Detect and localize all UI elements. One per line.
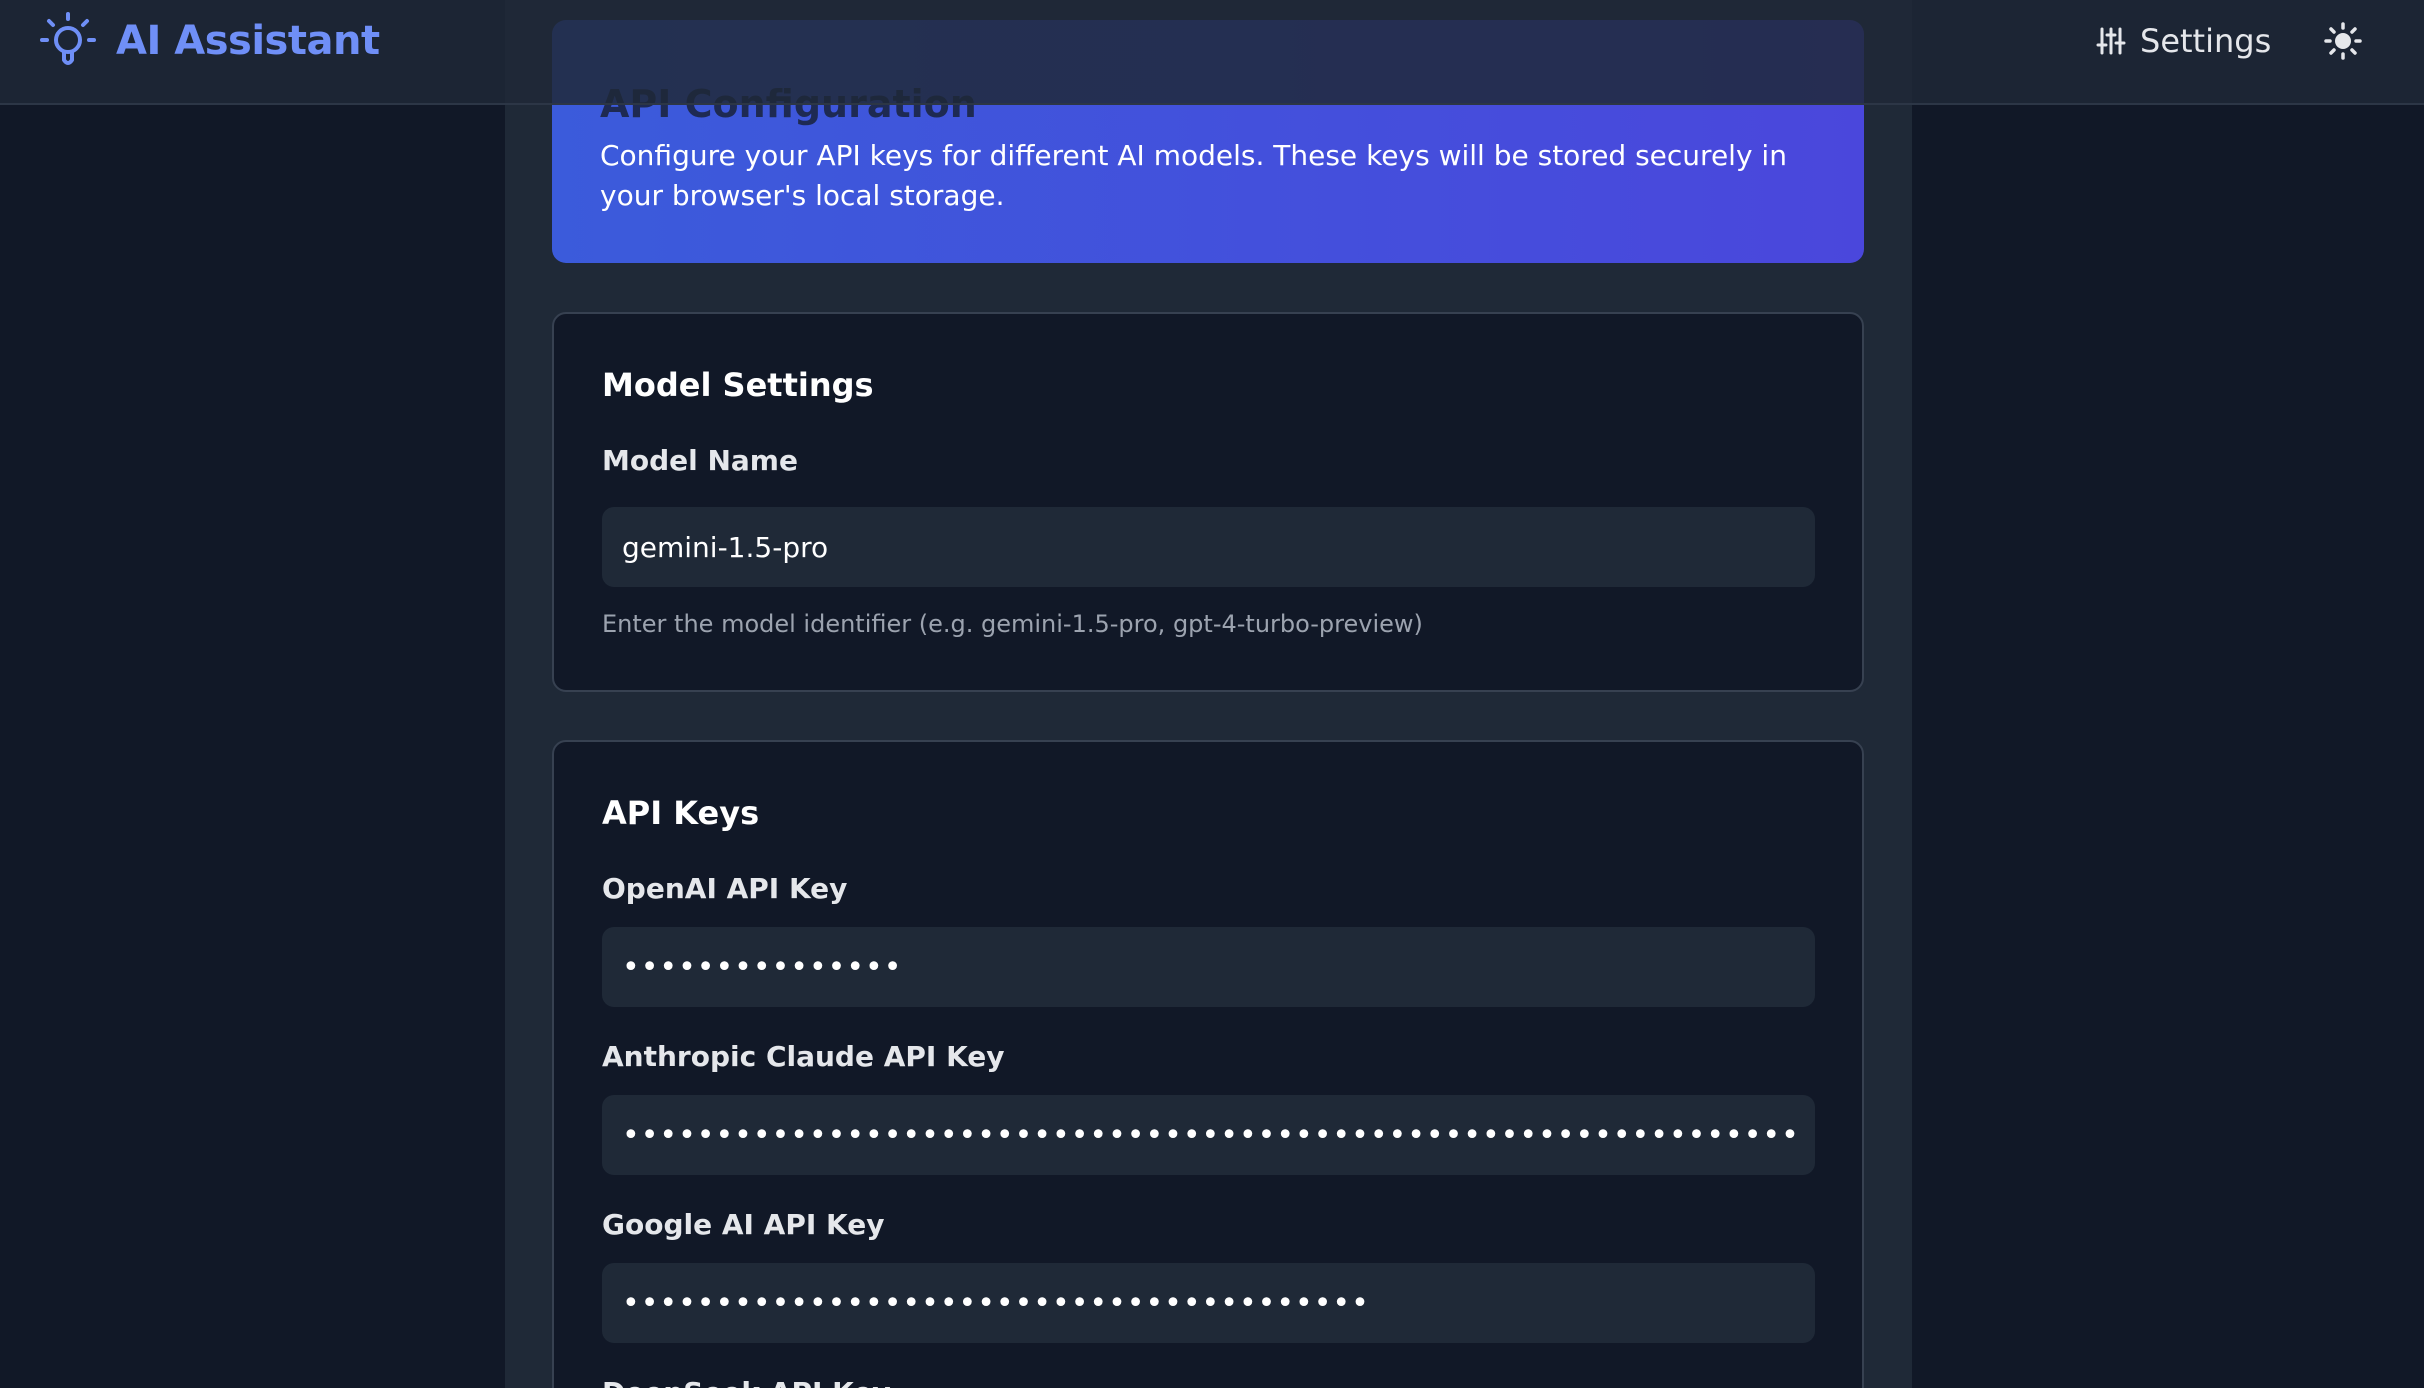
banner-description: Configure your API keys for different AI… — [600, 139, 1787, 212]
sliders-icon — [2096, 27, 2126, 55]
model-settings-card: Model Settings Model Name Enter the mode… — [552, 312, 1864, 692]
api-keys-card: API Keys OpenAI API Key Anthropic Claude… — [552, 740, 1864, 1388]
model-name-help-text: Enter the model identifier (e.g. gemini-… — [602, 610, 1423, 638]
settings-label: Settings — [2140, 22, 2272, 60]
app-title: AI Assistant — [116, 18, 380, 64]
page: API Configuration Configure your API key… — [0, 0, 2424, 1388]
openai-key-input[interactable] — [602, 927, 1815, 1007]
api-keys-heading: API Keys — [602, 794, 760, 832]
theme-toggle-button[interactable] — [2320, 18, 2366, 64]
top-navigation-bar: AI Assistant Settings — [0, 0, 2424, 105]
google-ai-key-label: Google AI API Key — [602, 1208, 885, 1241]
model-name-label: Model Name — [602, 444, 798, 477]
model-name-input[interactable] — [602, 507, 1815, 587]
openai-key-label: OpenAI API Key — [602, 872, 848, 905]
sun-icon — [2324, 22, 2362, 60]
brand[interactable]: AI Assistant — [38, 10, 380, 72]
lightbulb-icon — [40, 12, 96, 65]
settings-button[interactable]: Settings — [2096, 16, 2271, 66]
anthropic-key-input[interactable] — [602, 1095, 1815, 1175]
deepseek-key-label: DeepSeek API Key — [602, 1376, 891, 1388]
model-settings-heading: Model Settings — [602, 366, 874, 404]
anthropic-key-label: Anthropic Claude API Key — [602, 1040, 1005, 1073]
google-ai-key-input[interactable] — [602, 1263, 1815, 1343]
